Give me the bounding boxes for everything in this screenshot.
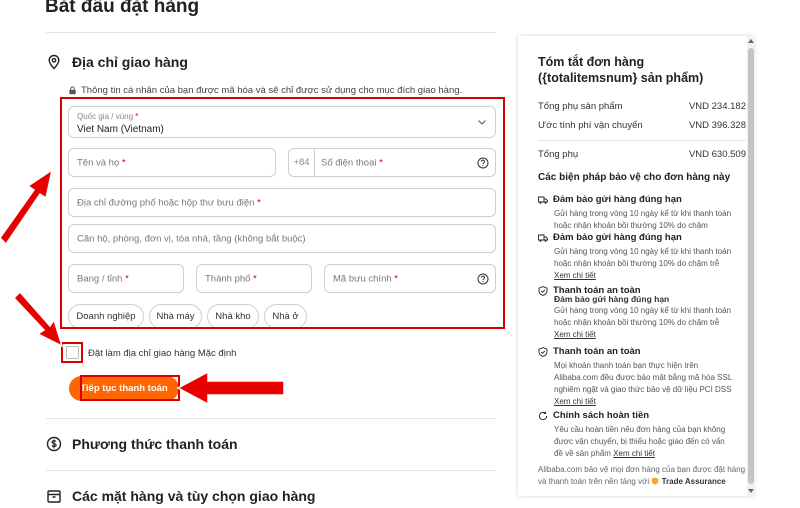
- annotation-box-form: [60, 97, 505, 329]
- details-link[interactable]: Xem chi tiết: [554, 330, 596, 339]
- total-value: VND 630.509: [688, 149, 746, 160]
- default-address-label: Đặt làm địa chỉ giao hàng Mặc định: [88, 348, 237, 359]
- protection-item-title: Chính sách hoàn tiền: [553, 410, 650, 421]
- summary-scrollbar[interactable]: [747, 36, 755, 496]
- protection-item: Thanh toán an toàn Đảm bảo gửi hàng đúng…: [538, 285, 748, 341]
- shipping-fee-row: Ước tính phí vận chuyển VND 396.328: [538, 120, 746, 131]
- payment-section-header[interactable]: Phương thức thanh toán: [46, 436, 238, 452]
- shield-check-icon: [538, 285, 548, 296]
- protection-item: Chính sách hoàn tiền Yêu cầu hoàn tiền n…: [538, 410, 748, 460]
- shipping-heading: Địa chỉ giao hàng: [72, 54, 188, 70]
- divider: [538, 140, 746, 141]
- protection-item-desc: Gửi hàng trong vòng 10 ngày kể từ khi th…: [554, 306, 732, 327]
- annotation-arrow-checkbox: [12, 290, 64, 348]
- protection-item: Thanh toán an toàn Mọi khoản thanh toán …: [538, 346, 748, 408]
- items-heading: Các mặt hàng và tùy chọn giao hàng: [72, 488, 316, 504]
- page-title: Bắt đầu đặt hàng: [45, 0, 200, 17]
- privacy-note: Thông tin cá nhân của bạn được mã hóa và…: [68, 85, 462, 96]
- privacy-note-text: Thông tin cá nhân của bạn được mã hóa và…: [81, 85, 463, 96]
- order-summary-panel: Tóm tắt đơn hàng ({totalitemsnum} sản ph…: [518, 36, 754, 496]
- protection-item: Đảm bảo gửi hàng đúng hạn Gửi hàng trong…: [538, 194, 748, 232]
- truck-icon: [538, 234, 548, 242]
- box-icon: [47, 490, 61, 503]
- annotation-arrow-button: [176, 370, 285, 406]
- protection-item-desc: Gửi hàng trong vòng 10 ngày kể từ khi th…: [554, 247, 732, 268]
- protection-title: Các biện pháp bảo vệ cho đơn hàng này: [538, 172, 731, 183]
- lock-icon: [69, 86, 76, 95]
- protection-item-desc: Mọi khoản thanh toán bạn thực hiện trên …: [554, 361, 732, 394]
- details-link[interactable]: Xem chi tiết: [554, 271, 596, 280]
- protection-item-desc: Gửi hàng trong vòng 10 ngày kể từ khi th…: [554, 209, 732, 230]
- protection-item-title: Đảm bảo gửi hàng đúng hạn: [553, 232, 682, 243]
- trade-assurance-footer: Alibaba.com bảo vệ mọi đơn hàng của bạn …: [538, 464, 748, 488]
- scroll-down-icon[interactable]: [748, 489, 754, 493]
- shipping-fee-value: VND 396.328: [688, 120, 746, 131]
- subtotal-value: VND 234.182: [688, 101, 746, 112]
- protection-item: Đảm bảo gửi hàng đúng hạn Gửi hàng trong…: [538, 232, 748, 282]
- dollar-circle-icon: [46, 436, 62, 452]
- shipping-section-header: Địa chỉ giao hàng: [46, 54, 188, 70]
- total-row: Tổng phụ VND 630.509: [538, 149, 746, 160]
- total-label: Tổng phụ: [538, 149, 579, 160]
- scroll-thumb[interactable]: [748, 48, 754, 484]
- divider: [46, 470, 496, 471]
- protection-item-title: Đảm bảo gửi hàng đúng hạn: [553, 194, 682, 205]
- annotation-arrow-form: [0, 168, 54, 246]
- details-link[interactable]: Xem chi tiết: [554, 397, 596, 406]
- protection-item-overlap: Đảm bảo gửi hàng đúng hạn: [554, 294, 670, 304]
- order-summary-title: Tóm tắt đơn hàng ({totalitemsnum} sản ph…: [538, 55, 704, 85]
- payment-heading: Phương thức thanh toán: [72, 436, 238, 452]
- subtotal-row: Tổng phụ sản phẩm VND 234.182: [538, 101, 746, 112]
- divider: [46, 32, 496, 33]
- truck-icon: [538, 196, 548, 204]
- shield-check-icon: [538, 346, 548, 357]
- protection-item-title: Thanh toán an toàn: [553, 346, 641, 357]
- items-section-header[interactable]: Các mặt hàng và tùy chọn giao hàng: [46, 488, 315, 504]
- shipping-fee-label: Ước tính phí vận chuyển: [538, 120, 643, 131]
- location-pin-icon: [48, 54, 60, 70]
- details-link[interactable]: Xem chi tiết: [613, 449, 655, 458]
- scroll-up-icon[interactable]: [748, 39, 754, 43]
- refund-icon: [539, 411, 548, 420]
- annotation-box-button: [80, 375, 180, 401]
- divider: [46, 418, 496, 419]
- trade-assurance-badge: Trade Assurance: [661, 477, 726, 486]
- trade-assurance-icon: [652, 477, 659, 485]
- subtotal-label: Tổng phụ sản phẩm: [538, 101, 623, 112]
